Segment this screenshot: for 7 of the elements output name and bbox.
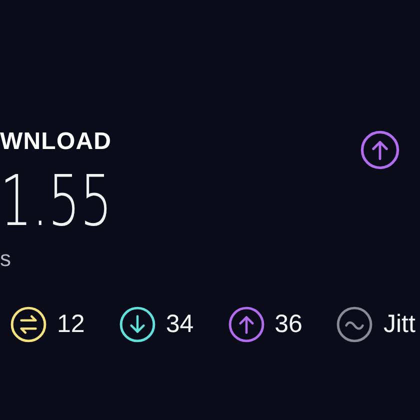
unit-label: s — [0, 248, 12, 270]
test-label: WNLOAD — [0, 130, 113, 154]
stat-value: 34 — [166, 312, 194, 337]
stat-value: 36 — [274, 312, 302, 337]
stat-value: 12 — [57, 312, 85, 337]
stat-value: Jitt — [383, 312, 416, 337]
speed-value: 1.55 — [0, 166, 112, 236]
